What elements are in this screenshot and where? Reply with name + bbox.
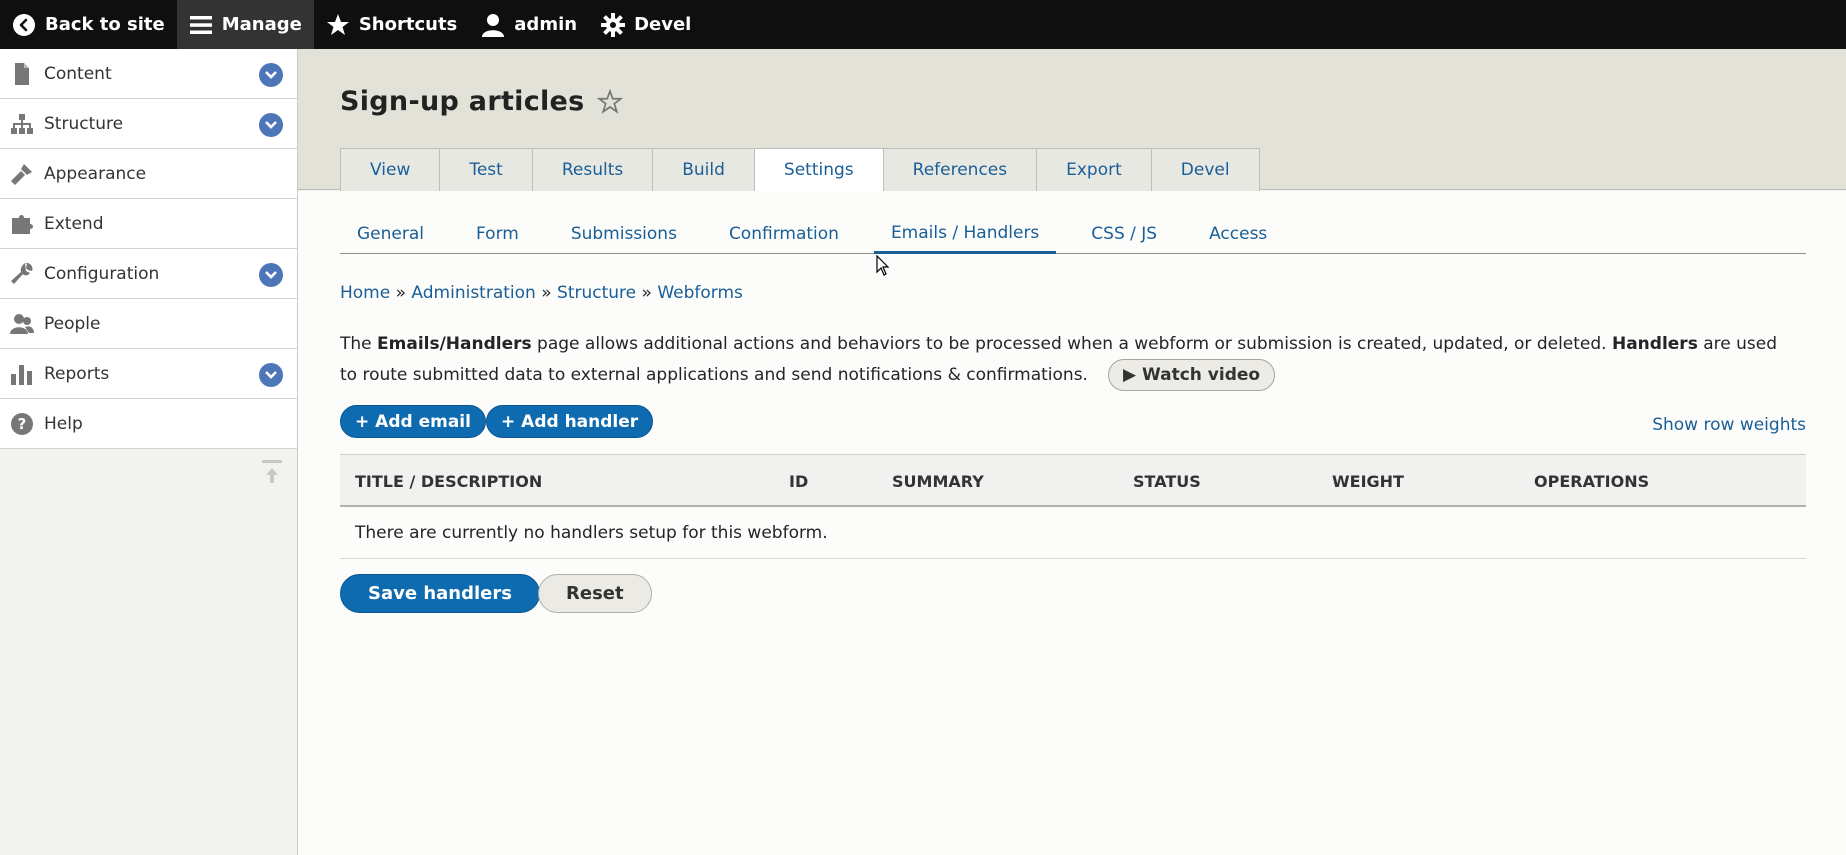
- subtab-access[interactable]: Access: [1192, 214, 1284, 254]
- admin-toolbar: Back to site Manage Shortcuts admin Deve…: [0, 0, 1846, 49]
- svg-text:?: ?: [18, 415, 27, 433]
- admin-sidebar: Content Structure Appearance Extend Conf…: [0, 49, 298, 855]
- primary-tabs: View Test Results Build Settings Referen…: [340, 148, 1260, 191]
- breadcrumb: Home » Administration » Structure » Webf…: [340, 283, 743, 303]
- people-icon: [10, 312, 34, 336]
- star-icon: [326, 13, 350, 37]
- sidebar-item-configuration[interactable]: Configuration: [0, 249, 297, 299]
- breadcrumb-separator: »: [395, 283, 407, 303]
- sidebar-item-people[interactable]: People: [0, 299, 297, 349]
- tab-export[interactable]: Export: [1036, 148, 1151, 191]
- hamburger-icon: [189, 13, 213, 37]
- back-arrow-icon: [12, 13, 36, 37]
- tab-references[interactable]: References: [882, 148, 1037, 191]
- breadcrumb-structure[interactable]: Structure: [557, 283, 636, 303]
- devel-label: Devel: [634, 14, 692, 35]
- subtab-confirmation[interactable]: Confirmation: [712, 214, 856, 254]
- tab-results[interactable]: Results: [531, 148, 653, 191]
- handlers-table: Title / Description ID Summary Status We…: [340, 454, 1806, 559]
- reset-button[interactable]: Reset: [538, 574, 652, 613]
- breadcrumb-separator: »: [541, 283, 552, 303]
- column-header: Operations: [1534, 472, 1650, 491]
- star-outline-icon[interactable]: [596, 88, 623, 115]
- table-row: There are currently no handlers setup fo…: [340, 507, 1806, 559]
- column-header: Weight: [1332, 472, 1404, 491]
- table-header: Title / Description ID Summary Status We…: [340, 454, 1806, 507]
- column-header: ID: [789, 472, 809, 491]
- orientation-toggle-icon[interactable]: [262, 459, 282, 487]
- save-handlers-button[interactable]: Save handlers: [340, 574, 540, 613]
- subtab-css-js[interactable]: CSS / JS: [1074, 214, 1174, 254]
- subtab-submissions[interactable]: Submissions: [554, 214, 694, 254]
- gear-icon: [601, 12, 626, 37]
- chevron-down-icon[interactable]: [259, 263, 283, 287]
- watch-video-button[interactable]: ▶ Watch video: [1107, 359, 1276, 391]
- subtab-emails-handlers[interactable]: Emails / Handlers: [873, 214, 1057, 254]
- shortcuts-tab[interactable]: Shortcuts: [314, 0, 469, 49]
- back-to-site-label: Back to site: [45, 14, 165, 35]
- sidebar-item-label: Configuration: [44, 263, 160, 284]
- page-title: Sign-up articles: [340, 86, 585, 117]
- tab-settings[interactable]: Settings: [753, 148, 883, 191]
- user-label: admin: [514, 14, 578, 35]
- add-email-button[interactable]: + Add email: [340, 405, 486, 438]
- desc-text: page allows additional actions and behav…: [531, 334, 1612, 354]
- sidebar-item-label: People: [44, 313, 101, 334]
- tab-test[interactable]: Test: [439, 148, 532, 191]
- manage-label: Manage: [221, 14, 302, 35]
- puzzle-icon: [10, 212, 34, 236]
- shortcuts-label: Shortcuts: [358, 14, 458, 35]
- page-description: The Emails/Handlers page allows addition…: [340, 330, 1780, 391]
- sidebar-item-label: Structure: [44, 113, 124, 134]
- sidebar-item-reports[interactable]: Reports: [0, 349, 297, 399]
- status-message-fading: [298, 785, 798, 855]
- sidebar-item-appearance[interactable]: Appearance: [0, 149, 297, 199]
- column-header: Summary: [892, 472, 984, 491]
- breadcrumb-separator: »: [641, 283, 652, 303]
- desc-text: The: [340, 334, 378, 354]
- sidebar-footer: [0, 449, 297, 483]
- desc-bold: Emails/Handlers: [377, 334, 532, 354]
- sidebar-item-label: Help: [44, 413, 83, 434]
- breadcrumb-home[interactable]: Home: [340, 283, 390, 303]
- mouse-cursor-icon: [876, 255, 890, 276]
- sitemap-icon: [10, 112, 34, 136]
- secondary-tabs: General Form Submissions Confirmation Em…: [340, 214, 1806, 254]
- file-icon: [10, 62, 34, 86]
- sidebar-item-structure[interactable]: Structure: [0, 99, 297, 149]
- column-header: Title / Description: [355, 472, 543, 491]
- show-row-weights-link[interactable]: Show row weights: [1652, 415, 1806, 435]
- paintbrush-icon: [10, 162, 34, 186]
- breadcrumb-webforms[interactable]: Webforms: [657, 283, 743, 303]
- devel-tab[interactable]: Devel: [589, 0, 703, 49]
- bar-chart-icon: [10, 362, 34, 386]
- tab-build[interactable]: Build: [652, 148, 754, 191]
- breadcrumb-administration[interactable]: Administration: [411, 283, 535, 303]
- add-handler-button[interactable]: + Add handler: [486, 405, 654, 438]
- wrench-icon: [10, 262, 34, 286]
- user-tab[interactable]: admin: [469, 0, 589, 49]
- desc-bold: Handlers: [1611, 334, 1698, 354]
- sidebar-item-label: Content: [44, 63, 112, 84]
- sidebar-item-help[interactable]: ? Help: [0, 399, 297, 449]
- manage-tab[interactable]: Manage: [176, 0, 314, 49]
- sidebar-item-label: Extend: [44, 213, 104, 234]
- back-to-site-link[interactable]: Back to site: [0, 0, 177, 49]
- sidebar-item-label: Reports: [44, 363, 110, 384]
- user-icon: [481, 13, 505, 37]
- column-header: Status: [1133, 472, 1201, 491]
- sidebar-item-label: Appearance: [44, 163, 147, 184]
- sidebar-item-content[interactable]: Content: [0, 49, 297, 99]
- page-title-wrap: Sign-up articles: [340, 86, 623, 117]
- empty-message: There are currently no handlers setup fo…: [355, 523, 828, 543]
- chevron-down-icon[interactable]: [259, 363, 283, 387]
- tab-devel[interactable]: Devel: [1150, 148, 1260, 191]
- chevron-down-icon[interactable]: [259, 63, 283, 87]
- tab-view[interactable]: View: [340, 148, 440, 191]
- subtab-form[interactable]: Form: [459, 214, 536, 254]
- subtab-general[interactable]: General: [340, 214, 441, 254]
- chevron-down-icon[interactable]: [259, 113, 283, 137]
- help-icon: ?: [10, 412, 34, 436]
- sidebar-item-extend[interactable]: Extend: [0, 199, 297, 249]
